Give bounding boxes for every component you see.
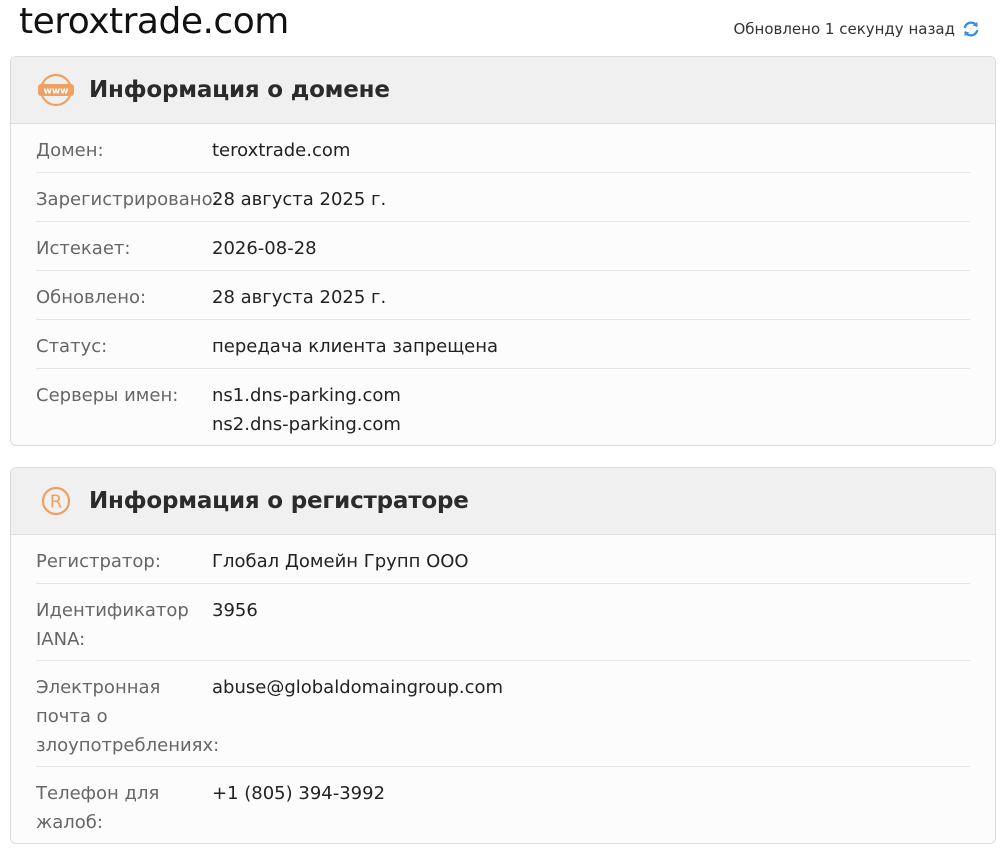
registered-icon: R	[37, 482, 75, 520]
svg-text:R: R	[50, 492, 63, 513]
table-row: Обновлено: 28 августа 2025 г.	[36, 271, 970, 320]
page-title: teroxtrade.com	[19, 1, 289, 42]
row-label: Обновлено:	[36, 287, 147, 308]
row-label: Статус:	[36, 336, 108, 357]
row-label: Истекает:	[36, 238, 131, 259]
row-label: Серверы имен:	[36, 385, 179, 406]
table-row: Идентификатор IANA: 3956	[36, 584, 970, 661]
domain-info-title: Информация о домене	[89, 77, 390, 103]
row-value: abuse@globaldomaingroup.com	[212, 677, 504, 698]
table-row: Домен: teroxtrade.com	[36, 124, 970, 173]
page-header: teroxtrade.com Обновлено 1 секунду назад	[0, 0, 1005, 50]
nameserver-2: ns2.dns-parking.com	[212, 414, 401, 435]
row-label: Идентификатор IANA:	[36, 600, 189, 650]
table-row: Регистратор: Глобал Домейн Групп ООО	[36, 535, 970, 584]
row-value: Глобал Домейн Групп ООО	[212, 551, 469, 572]
nameserver-1: ns1.dns-parking.com	[212, 385, 401, 406]
row-value: ns1.dns-parking.com ns2.dns-parking.com	[212, 381, 970, 445]
table-row: Электронная почта о злоупотреблениях: ab…	[36, 661, 970, 767]
row-label: Зарегистрировано:	[36, 189, 219, 210]
domain-info-header: www Информация о домене	[11, 57, 995, 124]
domain-info-rows: Домен: teroxtrade.com Зарегистрировано: …	[11, 124, 995, 445]
domain-info-card: www Информация о домене Домен: teroxtrad…	[10, 56, 996, 446]
row-value: 28 августа 2025 г.	[212, 189, 387, 210]
updated-text: Обновлено 1 секунду назад	[733, 20, 955, 38]
table-row: Серверы имен: ns1.dns-parking.com ns2.dn…	[36, 369, 970, 445]
updated-status: Обновлено 1 секунду назад	[733, 18, 981, 40]
table-row: Истекает: 2026-08-28	[36, 222, 970, 271]
row-value: 28 августа 2025 г.	[212, 287, 387, 308]
table-row: Зарегистрировано: 28 августа 2025 г.	[36, 173, 970, 222]
table-row: Телефон для жалоб: +1 (805) 394-3992	[36, 767, 970, 843]
row-label: Домен:	[36, 140, 104, 161]
registrar-info-title: Информация о регистраторе	[89, 488, 469, 514]
row-value: +1 (805) 394-3992	[212, 783, 386, 804]
svg-text:www: www	[44, 87, 69, 97]
registrar-info-header: R Информация о регистраторе	[11, 468, 995, 535]
row-value: 3956	[212, 600, 258, 621]
registrar-info-card: R Информация о регистраторе Регистратор:…	[10, 467, 996, 844]
row-label: Телефон для жалоб:	[36, 783, 160, 833]
row-label: Регистратор:	[36, 551, 161, 572]
row-value: 2026-08-28	[212, 238, 317, 259]
www-icon: www	[37, 71, 75, 109]
row-value: передача клиента запрещена	[212, 336, 499, 357]
row-value: teroxtrade.com	[212, 140, 351, 161]
row-label: Электронная почта о злоупотреблениях:	[36, 677, 220, 756]
table-row: Статус: передача клиента запрещена	[36, 320, 970, 369]
registrar-info-rows: Регистратор: Глобал Домейн Групп ООО Иде…	[11, 535, 995, 843]
refresh-icon[interactable]	[961, 19, 981, 39]
